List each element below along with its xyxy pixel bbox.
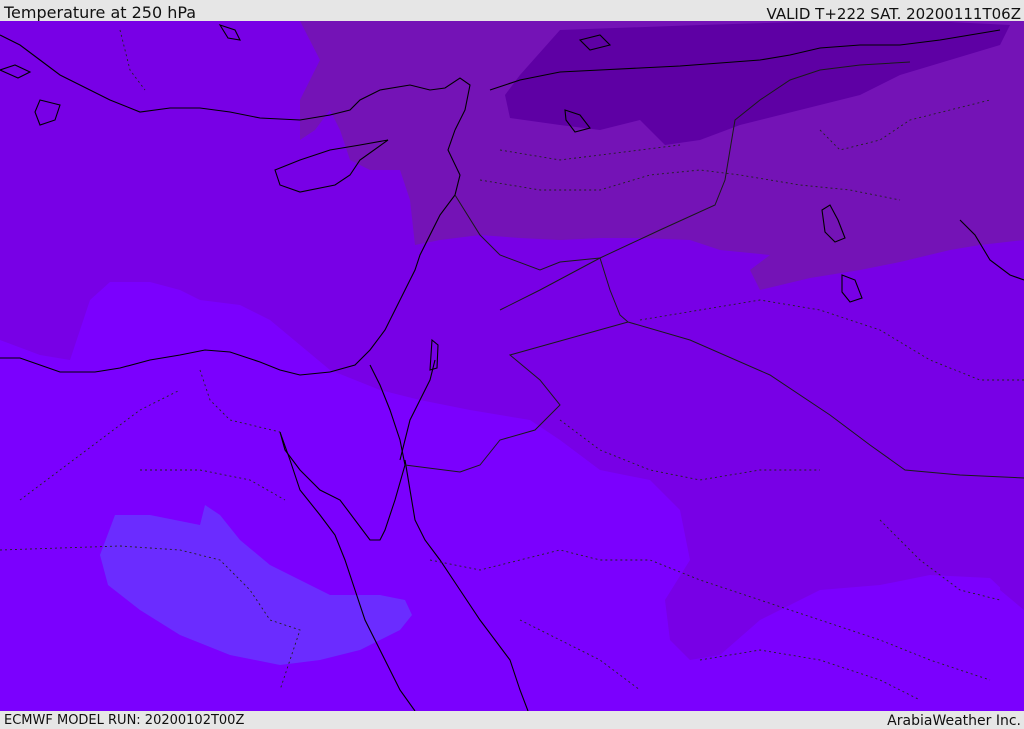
map-title: Temperature at 250 hPa	[4, 3, 197, 22]
header-bar: Temperature at 250 hPa VALID T+222 SAT. …	[0, 0, 1024, 23]
weather-map[interactable]	[0, 21, 1024, 711]
footer-bar: ECMWF MODEL RUN: 20200102T00Z ArabiaWeat…	[0, 711, 1024, 729]
model-run-label: ECMWF MODEL RUN: 20200102T00Z	[4, 713, 245, 728]
brand-label: ArabiaWeather Inc.	[887, 713, 1021, 729]
map-canvas[interactable]	[0, 21, 1024, 711]
